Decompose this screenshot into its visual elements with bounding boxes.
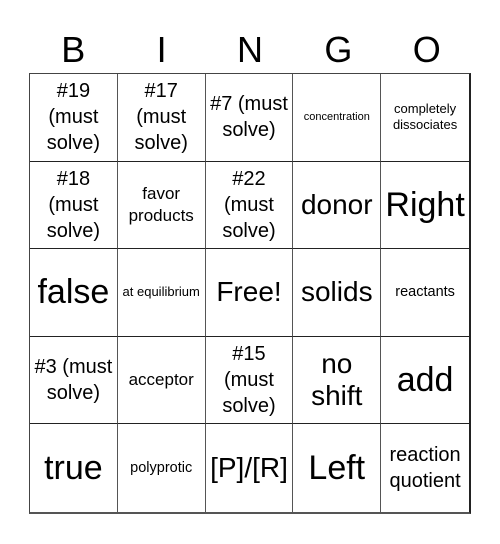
bingo-cell-text: #19 (must solve) — [46, 80, 101, 155]
header-letter-n: N — [236, 29, 263, 70]
bingo-cell-text: #7 (must solve) — [210, 93, 288, 142]
bingo-cell[interactable]: at equilibrium — [117, 249, 206, 337]
bingo-cell[interactable]: [P]/[R] — [206, 424, 294, 512]
bingo-cell-text: false — [37, 273, 110, 312]
bingo-cell-text: favor products — [128, 183, 194, 225]
bingo-cell[interactable]: true — [30, 424, 118, 512]
bingo-cell-text: #22 (must solve) — [222, 167, 276, 242]
bingo-cell-text: Right — [385, 185, 465, 224]
bingo-cell[interactable]: add — [381, 337, 469, 425]
bingo-cell-text: polyprotic — [130, 460, 193, 477]
bingo-cell-text: solids — [300, 276, 373, 308]
header-letter-g: G — [324, 29, 353, 70]
bingo-cell[interactable]: #3 (must solve) — [30, 336, 118, 425]
bingo-cell[interactable]: #15 (must solve) — [205, 336, 294, 425]
bingo-cell[interactable]: #18 (must solve) — [30, 161, 118, 250]
bingo-cell[interactable]: reactants — [381, 249, 469, 337]
bingo-cell-text: #17 (must solve) — [134, 80, 188, 155]
bingo-cell[interactable]: no shift — [293, 336, 382, 425]
bingo-cell[interactable]: #7 (must solve) — [205, 74, 294, 162]
bingo-cell[interactable]: completely dissociates — [381, 74, 469, 162]
bingo-cell[interactable]: #19 (must solve) — [30, 74, 118, 162]
bingo-cell-text: #3 (must solve) — [34, 356, 113, 405]
bingo-cell-text: Free! — [216, 276, 282, 308]
bingo-cell-text: reaction quotient — [389, 444, 461, 493]
bingo-cell-text: at equilibrium — [122, 284, 200, 300]
bingo-cell-text: donor — [300, 188, 373, 220]
bingo-cell-text: add — [396, 361, 454, 400]
bingo-cell[interactable]: polyprotic — [118, 424, 206, 512]
bingo-cell-text: no shift — [311, 348, 363, 412]
bingo-cell-text: [P]/[R] — [210, 452, 288, 484]
bingo-cell[interactable]: Free! — [205, 249, 294, 337]
bingo-cell[interactable]: reaction quotient — [381, 424, 469, 512]
bingo-cell[interactable]: donor — [293, 161, 382, 250]
bingo-cell-text: completely dissociates — [392, 101, 458, 133]
bingo-cell-text: Left — [308, 449, 366, 488]
header-letter-i: I — [156, 29, 167, 70]
bingo-cell[interactable]: acceptor — [117, 336, 206, 425]
bingo-cell-text: #15 (must solve) — [222, 343, 276, 418]
bingo-cell[interactable]: #22 (must solve) — [205, 161, 294, 250]
bingo-cell[interactable]: Right — [381, 162, 469, 250]
bingo-cell-text: reactants — [395, 284, 455, 301]
bingo-cell[interactable]: false — [30, 249, 118, 337]
bingo-cell[interactable]: Left — [293, 424, 382, 512]
bingo-cell[interactable]: favor products — [117, 161, 206, 250]
bingo-cell[interactable]: concentration — [293, 74, 382, 162]
bingo-cell-text: #18 (must solve) — [46, 167, 101, 242]
header-letter-o: O — [412, 29, 441, 70]
bingo-cell-text: acceptor — [128, 370, 194, 390]
bingo-cell-text: concentration — [303, 111, 370, 124]
bingo-header: B I N G O — [29, 28, 471, 72]
bingo-cell[interactable]: solids — [293, 249, 382, 337]
bingo-board: #19 (must solve) #17 (must solve) #7 (must… — [29, 73, 471, 514]
header-letter-b: B — [61, 29, 86, 70]
bingo-cell-text: true — [44, 449, 103, 488]
bingo-cell[interactable]: #17 (must solve) — [117, 74, 206, 162]
